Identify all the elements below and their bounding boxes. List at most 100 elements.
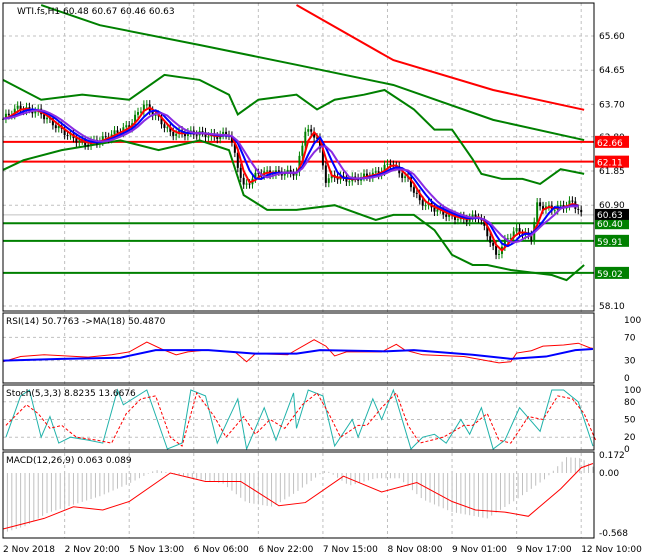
candle-body — [66, 135, 69, 137]
candle-body — [137, 112, 140, 115]
stoch-tick-label: 50 — [624, 416, 636, 426]
candle-body — [207, 136, 210, 138]
candle-body — [163, 124, 166, 128]
candle-body — [492, 242, 495, 246]
time-label: 8 Nov 08:00 — [387, 545, 442, 555]
time-label: 2 Nov 2018 — [3, 545, 55, 555]
candle-body — [248, 183, 251, 185]
rsi-ma-line — [2, 348, 594, 362]
candle-body — [577, 208, 580, 210]
candle-body — [201, 131, 204, 133]
candle-body — [310, 129, 313, 132]
price-tick-label: 63.70 — [599, 100, 625, 110]
macd-tick-label: 0.00 — [599, 469, 619, 479]
candle-body — [245, 183, 248, 185]
candle-body — [348, 181, 351, 183]
stoch-tick-label: 100 — [624, 386, 641, 396]
candle-body — [489, 236, 492, 243]
candle-body — [498, 253, 501, 255]
rsi-tick-label: 100 — [624, 316, 641, 326]
candle-body — [242, 177, 245, 185]
candle-body — [327, 178, 330, 183]
support-level-label: 59.91 — [597, 238, 623, 248]
candle-body — [580, 209, 583, 213]
time-label: 12 Nov 10:00 — [581, 545, 642, 555]
price-tick-label: 65.60 — [599, 32, 625, 42]
rsi-panel — [2, 339, 594, 364]
candle-body — [116, 130, 119, 133]
candle-body — [374, 171, 377, 173]
candle-body — [515, 228, 518, 232]
support-level-label: 59.02 — [597, 270, 623, 280]
candle-body — [304, 131, 307, 146]
candle-body — [445, 214, 448, 217]
candle-body — [87, 145, 90, 147]
candle-body — [172, 131, 175, 136]
candle-body — [571, 200, 574, 202]
candle-body — [386, 163, 389, 165]
candle-body — [125, 125, 128, 128]
candle-body — [113, 130, 116, 135]
candle-body — [7, 113, 10, 116]
resistance-level-label: 62.66 — [597, 139, 623, 149]
time-label: 7 Nov 15:00 — [323, 545, 378, 555]
macd-tick-label: 0.172 — [599, 451, 625, 461]
candle-body — [424, 205, 427, 207]
candle-body — [175, 133, 178, 136]
time-label: 6 Nov 06:00 — [194, 545, 249, 555]
ma-mid-line — [40, 4, 585, 142]
chart-canvas: 2 Nov 2018 2 Nov 20:00 5 Nov 13:00 6 Nov 06… — [2, 2, 642, 555]
stoch-title: Stoch(5,3,3) 8.8235 13.6676 — [6, 389, 136, 399]
macd-title: MACD(12,26,9) 0.063 0.089 — [6, 456, 132, 466]
candle-body — [539, 202, 542, 207]
candle-body — [559, 205, 562, 207]
candle-body — [536, 202, 539, 222]
rsi-tick-label: 0 — [624, 374, 630, 384]
stoch-tick-label: 20 — [624, 433, 636, 443]
candle-body — [43, 114, 46, 120]
candle-body — [16, 105, 19, 109]
trading-chart: 2 Nov 2018 2 Nov 20:00 5 Nov 13:00 6 Nov 06… — [0, 0, 660, 560]
candle-body — [34, 111, 37, 114]
resistance-level-label: 62.11 — [597, 159, 623, 169]
candle-body — [401, 173, 404, 178]
time-label: 5 Nov 13:00 — [129, 545, 184, 555]
candle-body — [277, 170, 280, 172]
candle-body — [78, 140, 81, 143]
candle-body — [145, 104, 148, 106]
candle-body — [421, 200, 424, 206]
macd-panel — [2, 457, 594, 533]
price-tick-label: 58.10 — [599, 302, 625, 312]
candle-body — [456, 219, 459, 221]
candle-body — [436, 209, 439, 212]
time-label: 2 Nov 20:00 — [65, 545, 120, 555]
stoch-tick-label: 80 — [624, 398, 636, 408]
current-price-label: 60.63 — [597, 211, 623, 221]
candle-body — [166, 127, 169, 129]
candle-body — [301, 145, 304, 156]
support-level-label: 60.40 — [597, 220, 623, 230]
time-label: 9 Nov 01:00 — [452, 545, 507, 555]
rsi-title: RSI(14) 50.7763 ->MA(18) 50.4870 — [6, 317, 166, 327]
candle-body — [239, 167, 242, 178]
candle-body — [139, 111, 142, 113]
candle-body — [404, 176, 407, 178]
candle-body — [415, 192, 418, 194]
time-label: 9 Nov 17:00 — [517, 545, 572, 555]
candle-body — [54, 125, 57, 129]
candle-body — [495, 245, 498, 255]
rsi-line — [2, 339, 594, 364]
stoch-tick-label: 0 — [624, 445, 630, 455]
candle-body — [389, 163, 392, 165]
candle-body — [324, 165, 327, 183]
rsi-tick-label: 70 — [624, 333, 636, 343]
candle-body — [412, 187, 415, 193]
macd-tick-label: -0.568 — [599, 529, 628, 539]
price-panel — [2, 4, 594, 282]
candle-body — [266, 170, 269, 172]
price-tick-label: 64.65 — [599, 66, 625, 76]
candle-body — [104, 136, 107, 138]
candle-body — [46, 117, 49, 120]
candle-body — [307, 129, 310, 132]
candle-body — [195, 134, 198, 136]
